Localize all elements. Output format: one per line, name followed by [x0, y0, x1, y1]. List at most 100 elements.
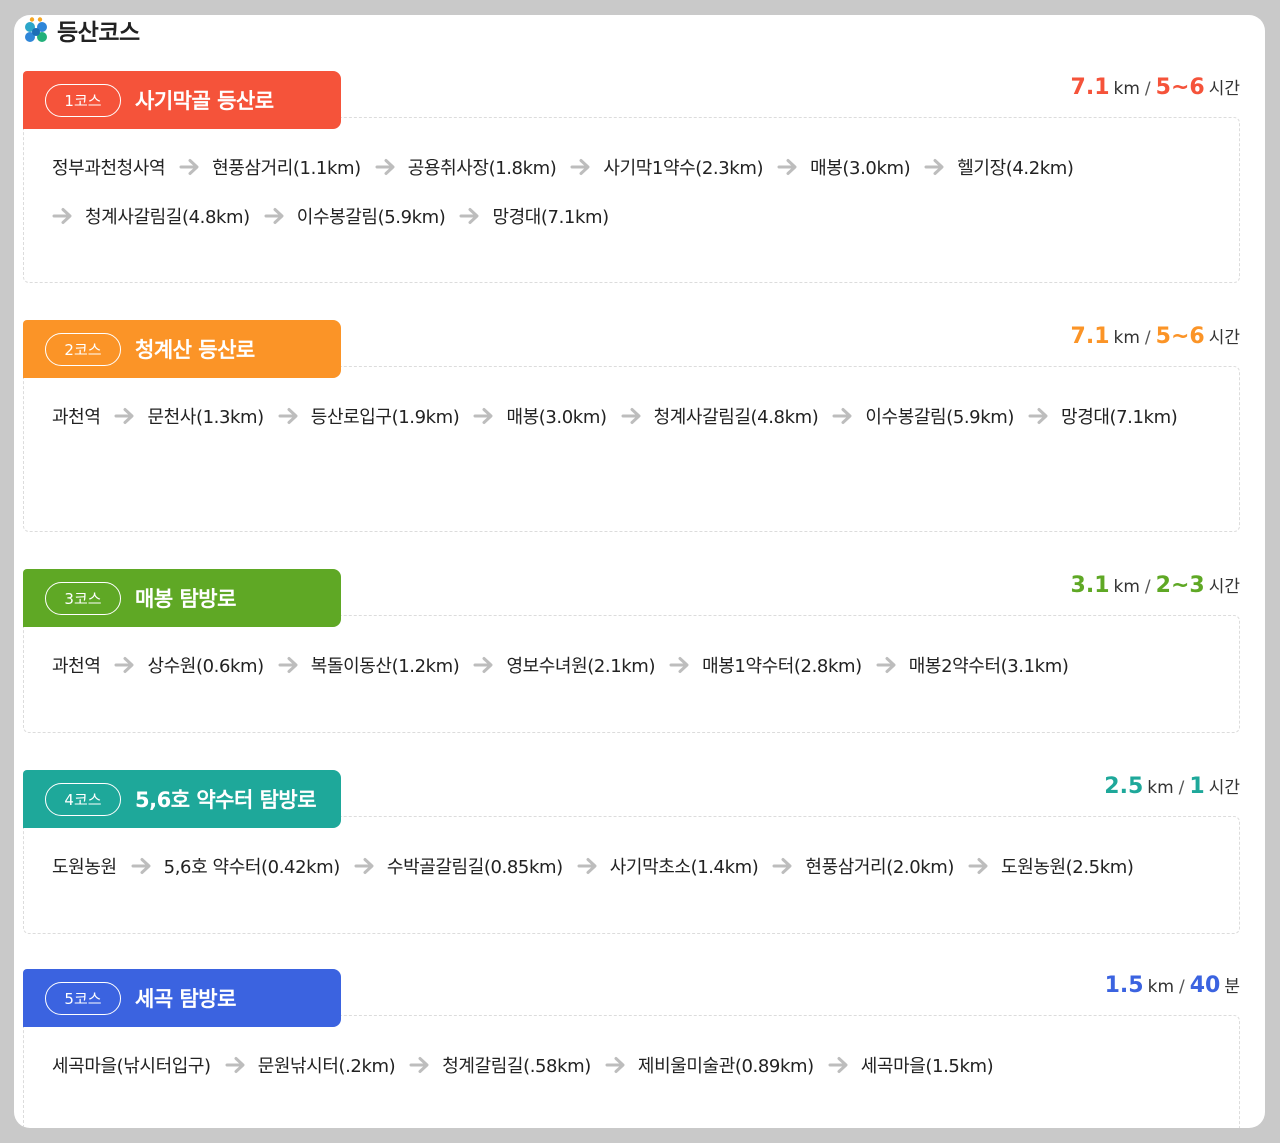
stop-label: 공용취사장(1.8km)	[407, 157, 557, 179]
route-stop: 세곡마을(낚시터입구)	[52, 1054, 211, 1077]
stop-label: 현풍삼거리(1.1km)	[212, 157, 361, 179]
separator: /	[1178, 778, 1185, 798]
route-stop: 매봉(3.0km)	[763, 156, 911, 179]
course-panel: 등산코스 1코스 사기막골 등산로 7.1 km/5~6 시간 정부과천청사역 현풍삼거리(…	[14, 15, 1265, 1128]
arrow-right-icon	[968, 856, 990, 876]
route-stop: 5,6호 약수터(0.42km)	[117, 855, 341, 878]
arrow-right-icon	[605, 1055, 627, 1075]
stop-label: 과천역	[52, 406, 101, 428]
arrow-right-icon	[473, 406, 495, 426]
route-stop: 수박골갈림길(0.85km)	[340, 855, 563, 878]
stop-label: 도원농원(2.5km)	[1001, 856, 1134, 878]
route-stop: 이수봉갈림(5.9km)	[250, 205, 446, 228]
duration-value: 5~6	[1155, 324, 1205, 349]
route-stop: 청계사갈림길(4.8km)	[607, 405, 819, 428]
route-stop: 정부과천청사역	[52, 156, 166, 179]
course-name: 세곡 탐방로	[135, 987, 236, 1011]
duration-value: 5~6	[1155, 75, 1205, 100]
route-stop: 제비울미술관(0.89km)	[591, 1054, 814, 1077]
course-1: 1코스 사기막골 등산로 7.1 km/5~6 시간정부과천청사역 현풍삼거리(1.1km…	[23, 71, 1240, 283]
distance-value: 7.1	[1070, 75, 1110, 100]
course-number-badge: 2코스	[45, 332, 121, 366]
separator: /	[1144, 577, 1151, 597]
route-stop: 과천역	[52, 405, 101, 428]
stop-label: 세곡마을(1.5km)	[860, 1055, 994, 1077]
stop-label: 청계사갈림길(4.8km)	[653, 406, 819, 428]
course-number-badge: 5코스	[45, 981, 121, 1015]
course-tab: 3코스 매봉 탐방로	[23, 569, 341, 627]
route-stop: 이수봉갈림(5.9km)	[818, 405, 1014, 428]
route-stop: 세곡마을(1.5km)	[814, 1054, 994, 1077]
route-box: 정부과천청사역 현풍삼거리(1.1km) 공용취사장(1.8km) 사기막1약수(2.…	[23, 117, 1240, 283]
arrow-right-icon	[409, 1055, 431, 1075]
course-summary: 1.5 km/40 분	[1105, 972, 1240, 1002]
page-header: 등산코스	[23, 15, 140, 46]
stop-label: 망경대(7.1km)	[1061, 406, 1178, 428]
distance-value: 2.5	[1104, 774, 1144, 799]
stop-label: 매봉(3.0km)	[810, 157, 911, 179]
arrow-right-icon	[777, 157, 799, 177]
course-name: 매봉 탐방로	[135, 587, 236, 611]
distance-unit: km	[1147, 977, 1174, 997]
route-stop: 사기막초소(1.4km)	[563, 855, 759, 878]
stop-label: 매봉1약수터(2.8km)	[702, 655, 862, 677]
arrow-right-icon	[772, 856, 794, 876]
stop-label: 문원낚시터(.2km)	[257, 1055, 396, 1077]
course-tab: 2코스 청계산 등산로	[23, 320, 341, 378]
route-stop: 등산로입구(1.9km)	[264, 405, 460, 428]
course-number-badge: 3코스	[45, 581, 121, 615]
duration-value: 40	[1189, 973, 1221, 998]
course-number-badge: 1코스	[45, 83, 121, 117]
stop-label: 영보수녀원(2.1km)	[506, 655, 656, 677]
arrow-right-icon	[278, 655, 300, 675]
duration-unit: 시간	[1208, 778, 1240, 798]
arrow-right-icon	[669, 655, 691, 675]
arrow-right-icon	[225, 1055, 247, 1075]
route-stop: 문천사(1.3km)	[100, 405, 264, 428]
course-tab: 4코스 5,6호 약수터 탐방로	[23, 770, 341, 828]
route-stop: 과천역	[52, 654, 101, 677]
course-summary: 3.1 km/2~3 시간	[1071, 572, 1240, 602]
route-stop: 매봉2약수터(3.1km)	[862, 654, 1069, 677]
route-stop: 공용취사장(1.8km)	[361, 156, 557, 179]
stop-label: 이수봉갈림(5.9km)	[296, 206, 446, 228]
course-summary: 7.1 km/5~6 시간	[1071, 323, 1240, 353]
duration-unit: 시간	[1208, 79, 1240, 99]
stop-label: 매봉2약수터(3.1km)	[908, 655, 1069, 677]
distance-value: 1.5	[1104, 973, 1144, 998]
duration-unit: 시간	[1208, 328, 1240, 348]
distance-unit: km	[1113, 577, 1140, 597]
course-4: 4코스 5,6호 약수터 탐방로 2.5 km/1 시간도원농원 5,6호 약수터(0.4…	[23, 770, 1240, 934]
arrow-right-icon	[1028, 406, 1050, 426]
course-tab: 5코스 세곡 탐방로	[23, 969, 341, 1027]
arrow-right-icon	[375, 157, 397, 177]
route-stop: 상수원(0.6km)	[100, 654, 264, 677]
route-stop: 현풍삼거리(1.1km)	[165, 156, 361, 179]
stop-label: 5,6호 약수터(0.42km)	[163, 856, 341, 878]
route-box: 도원농원 5,6호 약수터(0.42km) 수박골갈림길(0.85km) 사기막초소(…	[23, 816, 1240, 934]
stop-label: 헬기장(4.2km)	[957, 157, 1074, 179]
course-tab: 1코스 사기막골 등산로	[23, 71, 341, 129]
distance-value: 7.1	[1070, 324, 1110, 349]
course-2: 2코스 청계산 등산로 7.1 km/5~6 시간과천역 문천사(1.3km) 등산로입구(…	[23, 320, 1240, 532]
route-list: 정부과천청사역 현풍삼거리(1.1km) 공용취사장(1.8km) 사기막1약수(2.…	[24, 118, 1239, 228]
duration-unit: 분	[1224, 977, 1240, 997]
route-stop: 문원낚시터(.2km)	[211, 1054, 396, 1077]
arrow-right-icon	[828, 1055, 850, 1075]
course-summary: 7.1 km/5~6 시간	[1071, 74, 1240, 104]
distance-unit: km	[1113, 79, 1140, 99]
arrow-right-icon	[278, 406, 300, 426]
stop-label: 과천역	[52, 655, 101, 677]
route-stop: 헬기장(4.2km)	[910, 156, 1074, 179]
course-name: 청계산 등산로	[135, 338, 255, 362]
stop-label: 복돌이동산(1.2km)	[310, 655, 460, 677]
route-stop: 현풍삼거리(2.0km)	[758, 855, 954, 878]
route-stop: 망경대(7.1km)	[1014, 405, 1178, 428]
route-stop: 영보수녀원(2.1km)	[459, 654, 656, 677]
course-summary: 2.5 km/1 시간	[1104, 773, 1240, 803]
stop-label: 청계사갈림길(4.8km)	[85, 206, 250, 228]
stop-label: 정부과천청사역	[52, 157, 166, 179]
course-3: 3코스 매봉 탐방로 3.1 km/2~3 시간과천역 상수원(0.6km) 복돌이동산(1…	[23, 569, 1240, 733]
logo-icon	[25, 17, 47, 42]
route-stop: 청계갈림길(.58km)	[395, 1054, 591, 1077]
